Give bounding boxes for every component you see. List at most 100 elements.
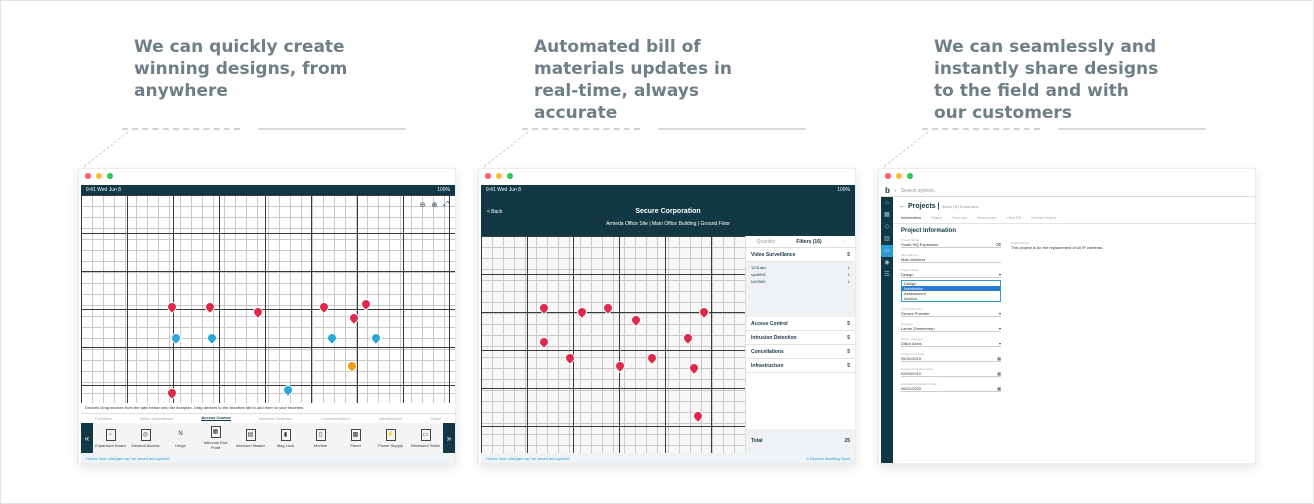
tab-favorites[interactable]: Favorites — [95, 416, 111, 421]
tab-infrastructure[interactable]: Infrastructure — [379, 416, 403, 421]
chevron-right-icon[interactable]: › — [843, 239, 845, 245]
sync-status: Online Your changes can be saved and syn… — [481, 453, 855, 463]
tab-view-ds[interactable]: View DS — [1006, 215, 1021, 220]
close-icon[interactable] — [85, 173, 91, 179]
installation-date-field[interactable]: Estimated Installation Date 06/21/2020 ▦ — [901, 382, 1001, 392]
tab-video-surveillance[interactable]: Video Surveillance — [140, 416, 173, 421]
floorplan-canvas[interactable] — [481, 236, 745, 453]
chevron-down-icon: ▾ — [998, 326, 1001, 331]
provider-field[interactable]: Vertical Provider Secure Provider ▾ — [901, 307, 1001, 317]
tablet-mockup-floorplan: 9:41 Wed Jun 8 100% ⊖ ⊕ ⤢ Devices Drag d… — [78, 168, 456, 464]
divider — [122, 128, 240, 130]
feature-column-share: We can seamlessly and instantly share de… — [878, 0, 1278, 504]
connector-line — [83, 131, 129, 167]
tab-other[interactable]: Other — [431, 416, 441, 421]
panel-icon: ▩ — [350, 428, 361, 441]
intercom-master-icon: ▤ — [245, 428, 256, 441]
tab-filters[interactable]: Filters (16) — [796, 239, 821, 245]
device-item[interactable]: ▩ Panel — [339, 428, 373, 448]
tab-access-control[interactable]: Access Control — [201, 415, 231, 421]
designer-field[interactable]: Designer Laurie Zimmerman ▾ — [901, 322, 1001, 332]
battery-status: 100% — [437, 187, 450, 193]
close-icon[interactable] — [885, 173, 891, 179]
fullscreen-icon[interactable]: ⤢ — [443, 201, 449, 209]
trash-icon: ⌫ — [995, 242, 1001, 247]
search-input[interactable]: Search system... — [901, 188, 938, 194]
project-notes: Project Notes This project is for the re… — [1011, 241, 1104, 250]
divider — [522, 128, 640, 130]
zoom-in-icon[interactable]: ⊕ — [432, 201, 438, 209]
category-row[interactable]: Concellations 5 — [746, 345, 855, 359]
floorplan-canvas[interactable] — [81, 195, 455, 403]
status-bar: 9:41 Wed Jun 8 100% — [481, 185, 855, 195]
tab-status[interactable]: Status — [931, 215, 942, 220]
chevron-down-icon: ▾ — [998, 341, 1001, 346]
device-item[interactable]: ▮ Mag Lock — [269, 428, 303, 448]
maximize-icon[interactable] — [507, 173, 513, 179]
connector-line — [883, 131, 929, 167]
maximize-icon[interactable] — [107, 173, 113, 179]
scroll-right-icon[interactable]: » — [443, 423, 455, 453]
minimize-icon[interactable] — [896, 173, 902, 179]
bill-of-materials-panel: Quantity Filters (16) › Video Surveillan… — [745, 236, 855, 453]
home-icon[interactable]: ⌂ — [881, 197, 893, 209]
close-icon[interactable] — [485, 173, 491, 179]
project-stage-select[interactable]: Project Stage Design ▾ — [901, 268, 1001, 278]
option-archive[interactable]: Archive — [902, 296, 1000, 301]
window-controls — [85, 173, 113, 179]
device-item[interactable]: ◎ General Access — [129, 428, 163, 448]
panel-tabs: Quantity Filters (16) › — [746, 236, 855, 248]
minimize-icon[interactable] — [496, 173, 502, 179]
calendar-icon: ▦ — [997, 356, 1001, 361]
tab-quantity[interactable]: Quantity — [757, 239, 776, 245]
device-item[interactable]: N Hinge — [164, 429, 198, 448]
device-item[interactable]: ▤ Intercom Master — [234, 428, 268, 448]
building-icon[interactable]: ▥ — [881, 233, 893, 245]
device-item[interactable]: ▭ Recessed Strike — [409, 428, 443, 448]
project-name-field[interactable]: Project Name South HQ Expansion ⌫ — [901, 238, 1001, 248]
device-item[interactable]: ▦ Intercom End Point — [199, 426, 233, 450]
item-row[interactable]: 1231abc 1 — [751, 265, 850, 272]
sidebar: ⌂ ▦ ◇ ▥ ▭ ◉ ☰ — [881, 197, 893, 463]
app-header: < Back Secure Corporation Armeda Office … — [481, 195, 855, 236]
project-manager-field[interactable]: Project Manager Dillon Akins ▾ — [901, 337, 1001, 347]
tab-delete-project[interactable]: Delete Project — [1031, 215, 1056, 220]
folder-icon[interactable]: ▭ — [881, 245, 893, 257]
tablet-mockup-bom: 9:41 Wed Jun 8 100% < Back Secure Corpor… — [478, 168, 856, 464]
tab-resources[interactable]: Resources — [977, 215, 996, 220]
zoom-out-icon[interactable]: ⊖ — [420, 201, 426, 209]
search-icon: ⌕ — [893, 187, 897, 194]
tab-information[interactable]: Information — [901, 215, 921, 220]
maximize-icon[interactable] — [907, 173, 913, 179]
divider — [922, 128, 1040, 130]
scroll-left-icon[interactable]: « — [81, 423, 93, 453]
tab-part-list[interactable]: Part List — [952, 215, 967, 220]
app-screen: 9:41 Wed Jun 8 100% < Back Secure Corpor… — [481, 185, 855, 463]
tag-icon[interactable]: ◇ — [881, 221, 893, 233]
brand-logo-icon: b — [885, 186, 890, 195]
power-supply-icon: ⚡ — [385, 428, 396, 441]
awaiting-sync-badge[interactable]: 6 Devices Awaiting Sync — [806, 456, 850, 461]
device-item[interactable]: ⚡ Power Supply — [374, 428, 408, 448]
divider — [258, 128, 406, 130]
device-item[interactable]: ▫ Expansion Board — [94, 428, 128, 448]
device-item[interactable]: ▯ Mortise — [304, 428, 338, 448]
site-address-field[interactable]: Site Address Main Address — [901, 253, 1001, 263]
map-icon[interactable]: ▦ — [881, 209, 893, 221]
tab-communications[interactable]: Communications — [321, 416, 351, 421]
category-row[interactable]: Intrusion Detection 5 — [746, 331, 855, 345]
breadcrumb[interactable]: Armeda Office Site | Main Office Buildin… — [481, 221, 855, 227]
category-row[interactable]: Infrastructure 5 — [746, 359, 855, 373]
completion-date-field[interactable]: Design Completion Date 02/03/2019 ▦ — [901, 367, 1001, 377]
minimize-icon[interactable] — [96, 173, 102, 179]
category-row[interactable]: Video Surveillance 5 — [746, 248, 855, 262]
item-row[interactable]: xyz8892 1 — [751, 272, 850, 279]
tab-intrusion-detection[interactable]: Intrusion Detection — [259, 416, 292, 421]
location-icon[interactable]: ◉ — [881, 257, 893, 269]
start-date-field[interactable]: Project Start Date 05/31/2019 ▦ — [901, 352, 1001, 362]
category-row[interactable]: Access Control 5 — [746, 317, 855, 331]
calendar-icon: ▦ — [997, 371, 1001, 376]
users-icon[interactable]: ☰ — [881, 269, 893, 281]
item-row[interactable]: NV0565 1 — [751, 279, 850, 286]
window-controls — [885, 173, 913, 179]
